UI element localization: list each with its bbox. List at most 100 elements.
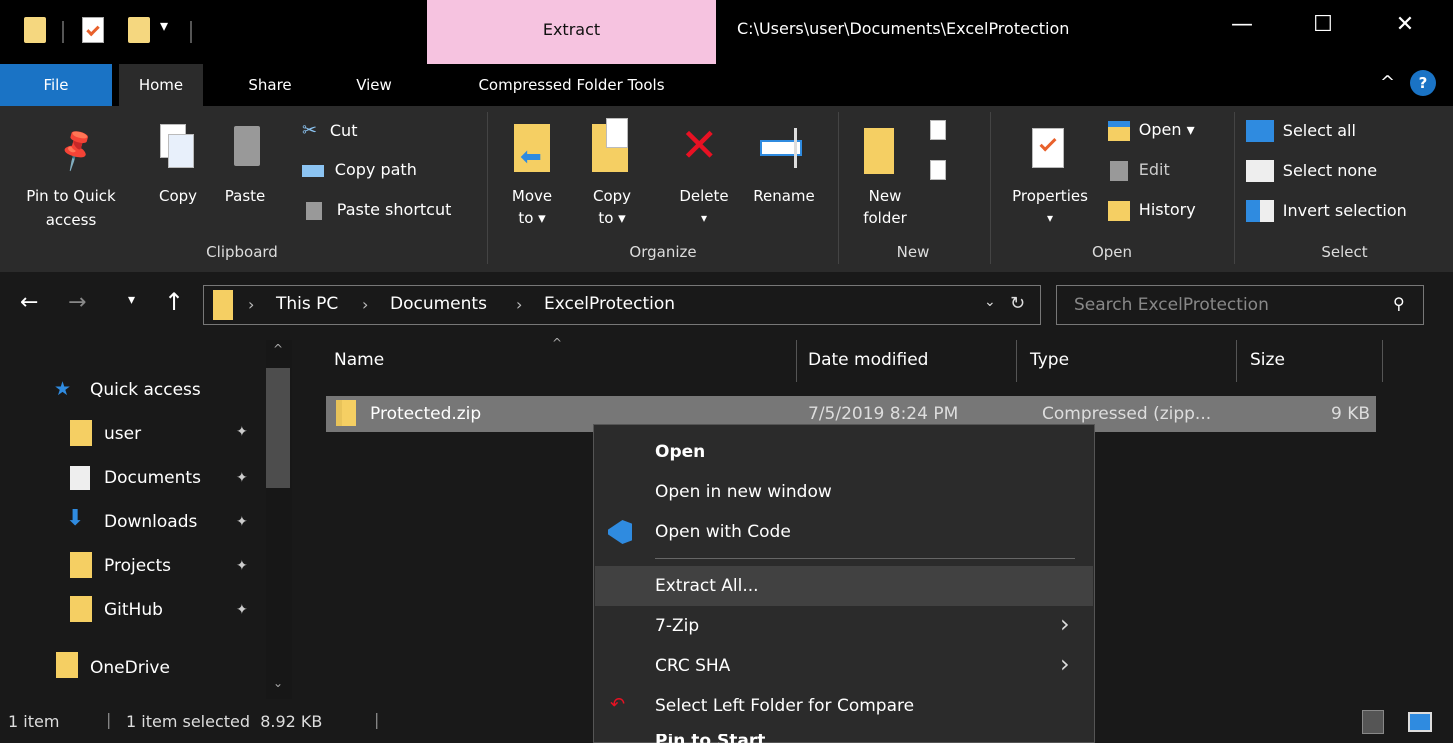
menu-item-open-in-new-window[interactable]: Open in new window [655, 482, 832, 502]
tab-compressed-folder-tools[interactable]: Compressed Folder Tools [427, 64, 716, 106]
history-button[interactable]: History [1108, 200, 1196, 226]
paste-shortcut-button[interactable]: Paste shortcut [302, 200, 451, 226]
close-button[interactable]: ✕ [1385, 12, 1425, 37]
details-view-icon[interactable] [1362, 710, 1384, 734]
copy-to-button[interactable]: Copy to ▾ [580, 118, 644, 238]
new-folder-quick-icon[interactable] [128, 17, 150, 43]
select-all-button[interactable]: Select all [1246, 120, 1356, 146]
menu-item-open[interactable]: Open [655, 442, 705, 462]
column-header-size[interactable]: Size [1250, 350, 1285, 370]
easy-access-icon[interactable] [930, 160, 946, 180]
properties-button[interactable]: Properties ▾ [998, 118, 1102, 238]
rename-button[interactable]: Rename [744, 118, 824, 218]
menu-item-7zip[interactable]: 7-Zip [655, 616, 699, 636]
column-divider[interactable] [1016, 340, 1017, 382]
sort-ascending-icon: ^ [552, 336, 563, 350]
scroll-down-icon[interactable]: ⌄ [273, 676, 283, 690]
breadcrumb-documents[interactable]: Documents [390, 294, 487, 314]
open-button[interactable]: Open ▾ [1108, 120, 1195, 146]
breadcrumb-separator[interactable]: › [516, 295, 522, 314]
paste-shortcut-icon [306, 201, 322, 220]
tab-share[interactable]: Share [240, 64, 300, 106]
history-label: History [1138, 200, 1196, 219]
copy-button[interactable]: Copy [148, 118, 208, 218]
menu-item-extract-all[interactable]: Extract All... [655, 576, 759, 596]
pin-icon[interactable]: ✦ [236, 470, 248, 486]
copy-path-button[interactable]: Copy path [302, 160, 417, 186]
nav-quick-access[interactable]: Quick access [90, 380, 201, 400]
refresh-icon[interactable]: ↻ [1010, 293, 1025, 314]
nav-item-projects[interactable]: Projects [104, 556, 171, 576]
search-icon[interactable]: ⚲ [1393, 294, 1405, 313]
tab-file[interactable]: File [0, 64, 112, 106]
ribbon-tabs [0, 64, 1453, 106]
copy-to-label-2: to ▾ [598, 209, 626, 227]
nav-item-documents[interactable]: Documents [104, 468, 201, 488]
tab-view[interactable]: View [344, 64, 404, 106]
pin-icon[interactable]: ✦ [236, 558, 248, 574]
nav-item-user[interactable]: user [104, 424, 141, 444]
recent-locations-icon[interactable]: ▾ [128, 292, 135, 308]
extract-context-tab[interactable]: Extract [427, 20, 716, 39]
scroll-up-icon[interactable]: ^ [273, 342, 283, 356]
delete-label: Delete [679, 187, 729, 205]
nav-item-github[interactable]: GitHub [104, 600, 163, 620]
paste-icon [234, 126, 260, 166]
menu-item-pin-to-start[interactable]: Pin to Start [655, 734, 765, 743]
pin-icon[interactable]: ✦ [236, 514, 248, 530]
zip-folder-icon [336, 400, 356, 426]
address-dropdown-icon[interactable]: ⌄ [984, 294, 996, 310]
column-divider[interactable] [796, 340, 797, 382]
minimize-button[interactable]: — [1222, 12, 1262, 37]
column-header-type[interactable]: Type [1030, 350, 1069, 370]
column-header-date-modified[interactable]: Date modified [808, 350, 928, 370]
customize-quick-access-icon[interactable]: ▾ [160, 16, 168, 35]
folder-icon [70, 596, 92, 622]
up-arrow-icon[interactable]: ↑ [164, 288, 184, 316]
column-divider[interactable] [1382, 340, 1383, 382]
maximize-button[interactable]: ☐ [1303, 12, 1343, 37]
group-divider [1234, 112, 1235, 264]
breadcrumb-separator[interactable]: › [362, 295, 368, 314]
menu-item-crc-sha[interactable]: CRC SHA [655, 656, 730, 676]
invert-selection-button[interactable]: Invert selection [1246, 200, 1407, 226]
breadcrumb-separator[interactable]: › [248, 295, 254, 314]
status-divider: | [106, 710, 112, 729]
new-item-icon[interactable] [930, 120, 946, 140]
select-all-icon [1246, 120, 1274, 142]
cut-label: Cut [329, 121, 358, 140]
column-divider[interactable] [1236, 340, 1237, 382]
breadcrumb-this-pc[interactable]: This PC [276, 294, 338, 314]
group-organize-label: Organize [629, 243, 697, 261]
cut-button[interactable]: ✂ Cut [302, 120, 357, 146]
large-icons-view-icon[interactable] [1408, 712, 1432, 732]
breadcrumb-excelprotection[interactable]: ExcelProtection [544, 294, 675, 314]
star-icon: ★ [54, 378, 72, 400]
paste-button[interactable]: Paste [214, 118, 276, 218]
nav-item-downloads[interactable]: Downloads [104, 512, 197, 532]
column-header-name[interactable]: Name [334, 350, 384, 370]
paste-label: Paste [224, 187, 266, 205]
select-none-button[interactable]: Select none [1246, 160, 1377, 186]
pin-to-quick-access-button[interactable]: 📌 Pin to Quick access [0, 118, 142, 236]
folder-icon [213, 290, 233, 320]
delete-button[interactable]: ✕ Delete ▾ [668, 118, 740, 238]
properties-quick-icon[interactable] [82, 17, 104, 43]
move-to-button[interactable]: ⬅ Move to ▾ [500, 118, 564, 238]
help-icon[interactable]: ? [1410, 70, 1436, 96]
menu-separator [655, 558, 1075, 559]
folder-icon[interactable] [24, 17, 46, 43]
pin-icon[interactable]: ✦ [236, 602, 248, 618]
nav-scrollbar-thumb[interactable] [266, 368, 290, 488]
forward-arrow-icon[interactable]: → [68, 290, 86, 315]
back-arrow-icon[interactable]: ← [20, 290, 38, 315]
collapse-ribbon-icon[interactable]: ^ [1380, 72, 1395, 93]
edit-button[interactable]: Edit [1108, 160, 1170, 186]
new-folder-button[interactable]: New folder [850, 118, 920, 238]
menu-item-select-left-folder[interactable]: Select Left Folder for Compare [655, 696, 914, 716]
delete-dropdown-icon: ▾ [700, 211, 708, 225]
pin-icon[interactable]: ✦ [236, 424, 248, 440]
nav-item-onedrive[interactable]: OneDrive [90, 658, 170, 678]
menu-item-open-with-code[interactable]: Open with Code [655, 522, 791, 542]
tab-home[interactable]: Home [119, 64, 203, 106]
